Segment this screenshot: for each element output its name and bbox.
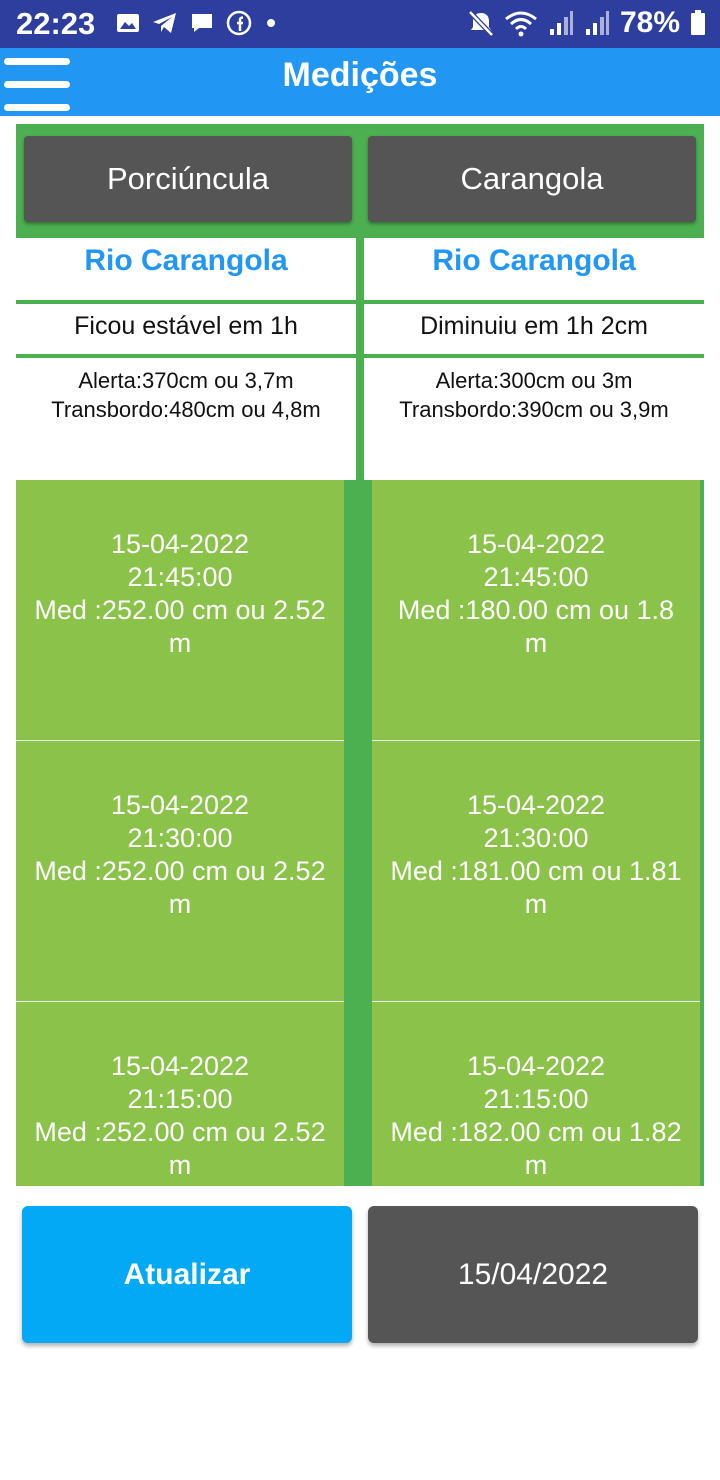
system-icons: 78% <box>468 6 706 40</box>
measurement-value: Med :252.00 cm ou 2.52 m <box>34 595 326 658</box>
trend-text: Ficou estável em 1h <box>74 312 298 340</box>
measurement-value: Med :252.00 cm ou 2.52 m <box>34 1117 326 1180</box>
measurement-time: 21:45:00 <box>483 562 589 592</box>
measurement-value: Med :252.00 cm ou 2.52 m <box>34 856 326 919</box>
measurement-item: 15-04-2022 21:30:00 Med :181.00 cm ou 1.… <box>372 741 700 1001</box>
overflow-level: Transbordo:480cm ou 4,8m <box>51 397 321 422</box>
battery-level: 78% <box>619 6 680 39</box>
battery-icon <box>691 10 705 35</box>
facebook-icon <box>226 10 252 36</box>
overflow-level: Transbordo:390cm ou 3,9m <box>399 397 669 422</box>
measurement-time: 21:30:00 <box>127 823 233 853</box>
message-icon <box>192 14 212 32</box>
measurement-date: 15-04-2022 <box>110 790 250 820</box>
river-info-table: Rio Carangola Ficou estável em 1h Alerta… <box>16 238 704 480</box>
measurement-time: 21:45:00 <box>127 562 233 592</box>
alert-level: Alerta:300cm ou 3m <box>435 368 633 393</box>
city-button-porciuncula[interactable]: Porciúncula <box>24 136 352 222</box>
river-name: Rio Carangola <box>84 244 288 277</box>
wifi-icon <box>505 11 537 37</box>
trend-text: Diminuiu em 1h 2cm <box>420 312 648 340</box>
river-name: Rio Carangola <box>432 244 636 277</box>
measurement-date: 15-04-2022 <box>466 790 606 820</box>
measurement-item: 15-04-2022 21:15:00 Med :252.00 cm ou 2.… <box>16 1002 344 1186</box>
notification-icons <box>116 10 278 36</box>
measurements-column-right: 15-04-2022 21:45:00 Med :180.00 cm ou 1.… <box>372 480 700 1186</box>
measurement-date: 15-04-2022 <box>110 529 250 559</box>
measurement-date: 15-04-2022 <box>466 529 606 559</box>
measurement-time: 21:15:00 <box>483 1084 589 1114</box>
date-picker-button[interactable]: 15/04/2022 <box>368 1206 698 1343</box>
signal-icon <box>585 11 609 35</box>
status-bar: 22:23 78% <box>0 0 720 48</box>
limits-text: Alerta:370cm ou 3,7m Transbordo:480cm ou… <box>16 366 356 424</box>
city-button-carangola[interactable]: Carangola <box>368 136 696 222</box>
measurement-item: 15-04-2022 21:45:00 Med :180.00 cm ou 1.… <box>372 480 700 740</box>
status-time: 22:23 <box>16 6 96 41</box>
measurement-date: 15-04-2022 <box>466 1051 606 1081</box>
alert-level: Alerta:370cm ou 3,7m <box>78 368 294 393</box>
measurement-value: Med :181.00 cm ou 1.81 m <box>390 856 682 919</box>
telegram-icon <box>153 13 176 33</box>
measurements-list[interactable]: 15-04-2022 21:45:00 Med :252.00 cm ou 2.… <box>16 480 704 1186</box>
measurement-time: 21:30:00 <box>483 823 589 853</box>
dot-icon <box>267 19 275 27</box>
gallery-icon <box>117 14 139 32</box>
refresh-button[interactable]: Atualizar <box>22 1206 352 1343</box>
measurement-time: 21:15:00 <box>127 1084 233 1114</box>
page-title: Medições <box>282 56 438 94</box>
row-divider <box>16 354 704 358</box>
measurement-item: 15-04-2022 21:45:00 Med :252.00 cm ou 2.… <box>16 480 344 740</box>
mute-icon <box>468 10 494 37</box>
measurement-value: Med :182.00 cm ou 1.82 m <box>390 1117 682 1180</box>
measurement-date: 15-04-2022 <box>110 1051 250 1081</box>
app-bar: Medições <box>0 48 720 116</box>
row-divider <box>16 300 704 304</box>
measurements-column-left: 15-04-2022 21:45:00 Med :252.00 cm ou 2.… <box>16 480 344 1186</box>
city-selector: Porciúncula Carangola <box>16 124 704 238</box>
measurement-item: 15-04-2022 21:15:00 Med :182.00 cm ou 1.… <box>372 1002 700 1186</box>
limits-text: Alerta:300cm ou 3m Transbordo:390cm ou 3… <box>364 366 704 424</box>
measurement-item: 15-04-2022 21:30:00 Med :252.00 cm ou 2.… <box>16 741 344 1001</box>
column-divider <box>356 238 364 480</box>
signal-icon <box>549 11 573 35</box>
measurement-value: Med :180.00 cm ou 1.8 m <box>397 595 675 658</box>
